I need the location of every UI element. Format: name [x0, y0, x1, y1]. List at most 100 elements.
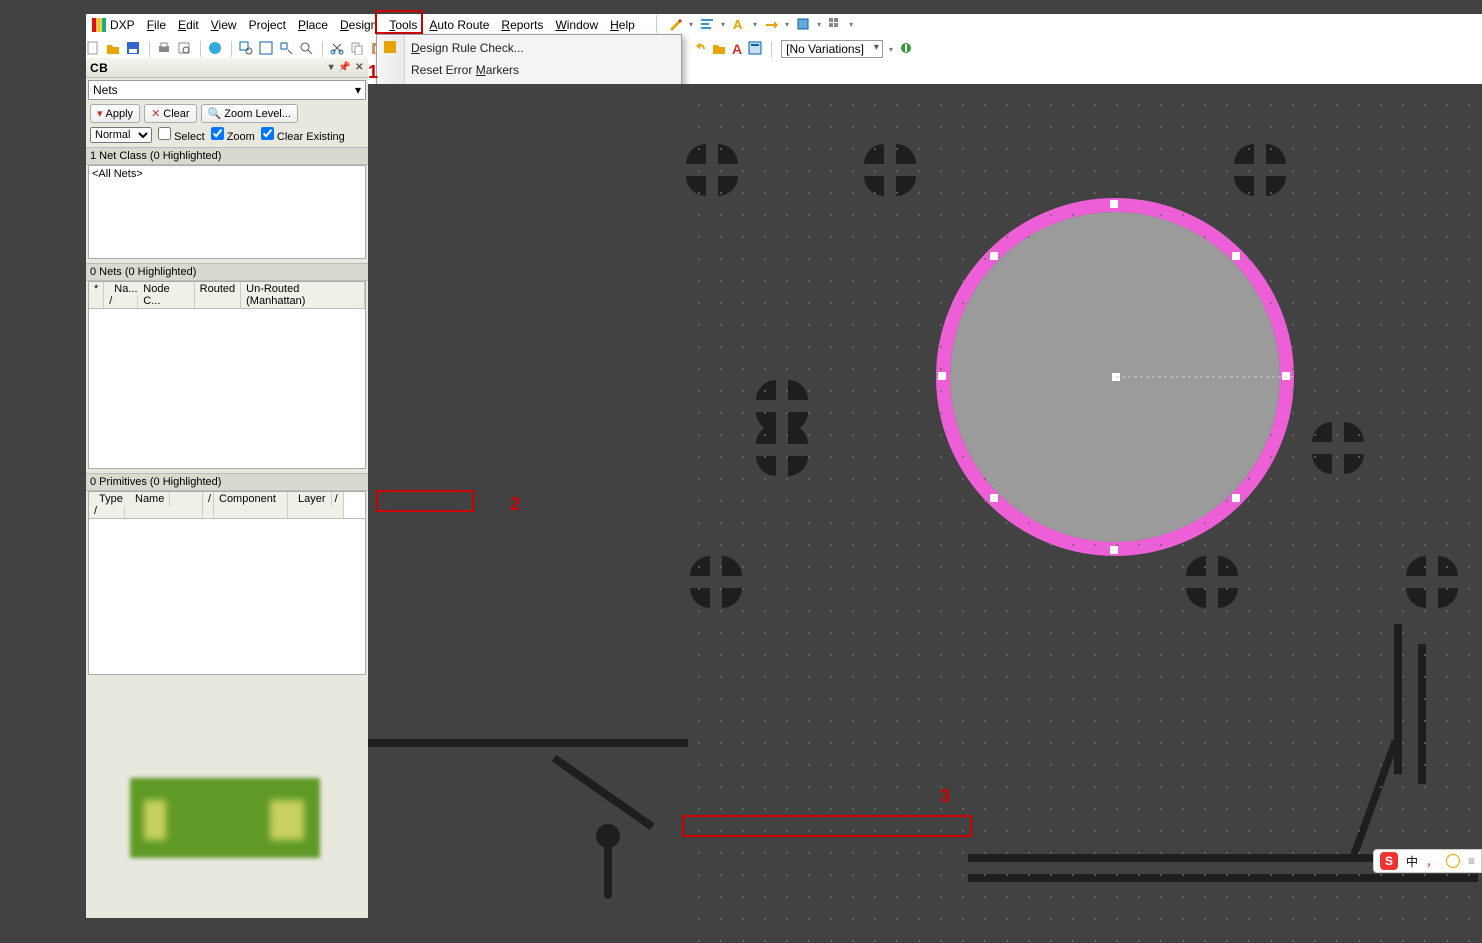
col-routed[interactable]: Routed	[195, 282, 241, 308]
clear-button[interactable]: ✕Clear	[144, 104, 197, 123]
menu-place[interactable]: Place	[292, 16, 334, 34]
handle-bottom[interactable]	[1110, 546, 1118, 554]
globe-icon[interactable]	[208, 41, 224, 57]
ime-menu-icon[interactable]: ≡	[1468, 854, 1475, 868]
col-nodec[interactable]: Node C...	[138, 282, 194, 308]
save-icon[interactable]	[126, 41, 142, 57]
handle-br[interactable]	[1232, 494, 1240, 502]
variations-select[interactable]: [No Variations]	[781, 40, 883, 58]
col-unrouted[interactable]: Un-Routed (Manhattan)	[241, 282, 365, 308]
menu-project[interactable]: Project	[243, 16, 292, 34]
netclass-list[interactable]: <All Nets>	[88, 165, 366, 259]
ime-mode: 中	[1406, 853, 1418, 870]
ime-badge[interactable]: S 中 ， ≡	[1373, 849, 1482, 873]
col-component[interactable]: Component	[214, 492, 288, 518]
variations-icon[interactable]	[899, 41, 913, 58]
menu-reports[interactable]: Reports	[495, 16, 549, 34]
pcb-canvas[interactable]: /* generated below */	[368, 84, 1482, 943]
board-thumbnail	[130, 778, 320, 858]
trace	[368, 739, 688, 747]
zoom-window-icon[interactable]	[239, 41, 255, 57]
mi-design-rule-check[interactable]: Design Rule Check...	[377, 37, 681, 59]
handle-tl[interactable]	[990, 252, 998, 260]
annotation-1: 1	[368, 62, 378, 83]
mi-reset-error-markers[interactable]: Reset Error Markers	[377, 59, 681, 81]
panel-title: CB ▾ 📌 ✕	[86, 58, 368, 78]
handle-left[interactable]	[938, 372, 946, 380]
zoom-prev-icon[interactable]	[299, 41, 315, 57]
col-name[interactable]: Name	[125, 492, 203, 518]
trace	[1418, 644, 1426, 784]
pad	[1234, 144, 1286, 196]
normal-select[interactable]: Normal	[90, 127, 152, 143]
handle-bl[interactable]	[990, 494, 998, 502]
annotation-3: 3	[940, 786, 950, 807]
toolbar-right: ▾ ▾ A▾ ▾ ▾ ▾	[652, 14, 853, 34]
cut-icon[interactable]	[330, 41, 346, 57]
form-icon[interactable]	[748, 41, 762, 58]
open-icon[interactable]	[106, 41, 122, 57]
align-icon[interactable]	[699, 16, 715, 32]
zoom-select-icon[interactable]	[279, 41, 295, 57]
layer-icon[interactable]	[795, 16, 811, 32]
menu-autoroute[interactable]: Auto Route	[423, 16, 495, 34]
col-star[interactable]: *	[89, 282, 104, 308]
drc-icon	[383, 40, 399, 56]
preview-icon[interactable]	[177, 41, 193, 57]
menu-window[interactable]: Window	[549, 16, 604, 34]
zoom-fit-icon[interactable]	[259, 41, 275, 57]
variations-bar: A [No Variations] ▾	[692, 38, 913, 60]
nets-header: 0 Nets (0 Highlighted)	[86, 263, 368, 281]
nets-table[interactable]: * Na... / Node C... Routed Un-Routed (Ma…	[88, 281, 366, 469]
print-icon[interactable]	[157, 41, 173, 57]
new-icon[interactable]	[86, 41, 102, 57]
annotation-2: 2	[510, 494, 520, 515]
menu-help[interactable]: Help	[604, 16, 641, 34]
chk-zoom[interactable]: Zoom	[211, 127, 255, 143]
pad	[686, 144, 738, 196]
pad	[690, 556, 742, 608]
col-layer[interactable]: Layer /	[288, 492, 344, 518]
trace	[1348, 740, 1400, 860]
pad	[756, 424, 808, 476]
pad	[1186, 556, 1238, 608]
text-A-icon[interactable]: A	[732, 41, 742, 57]
svg-text:A: A	[733, 17, 743, 31]
menu-view[interactable]: View	[205, 16, 243, 34]
undo-icon[interactable]	[692, 41, 706, 58]
chk-select[interactable]: Select	[158, 127, 205, 143]
pad	[1312, 422, 1364, 474]
panel-dropdown-icon[interactable]: ▾	[329, 62, 335, 73]
menu-dxp[interactable]: DXP	[86, 16, 141, 34]
apply-button[interactable]: ▾Apply	[90, 104, 140, 123]
panel-close-icon[interactable]: ✕	[355, 62, 364, 73]
netclass-header: 1 Net Class (0 Highlighted)	[86, 147, 368, 165]
panel-pin-icon[interactable]: 📌	[338, 62, 351, 73]
col-type[interactable]: Type /	[89, 492, 125, 518]
pencil-icon[interactable]	[667, 16, 683, 32]
prim-table[interactable]: Type / Name / Component Layer /	[88, 491, 366, 675]
grid-icon[interactable]	[827, 16, 843, 32]
radius-guide	[1116, 375, 1296, 379]
chk-clear-existing[interactable]: Clear Existing	[261, 127, 345, 143]
handle-tr[interactable]	[1232, 252, 1240, 260]
text-icon[interactable]: A	[731, 16, 747, 32]
annotation-box-tools	[375, 10, 423, 34]
menu-edit[interactable]: Edit	[172, 16, 205, 34]
menu-file[interactable]: File	[141, 16, 172, 34]
primitives-header: 0 Primitives (0 Highlighted)	[86, 473, 368, 491]
handle-top[interactable]	[1110, 200, 1118, 208]
copy-icon[interactable]	[350, 41, 366, 57]
folder-icon[interactable]	[712, 41, 726, 58]
menubar: DXP File Edit View Project Place Design …	[86, 14, 641, 36]
col-na[interactable]: Na... /	[104, 282, 138, 308]
panel-mode-select[interactable]: Nets	[88, 80, 366, 100]
zoomlevel-button[interactable]: 🔍Zoom Level...	[201, 104, 298, 123]
ime-punct: ，	[1426, 853, 1438, 870]
arrow-icon[interactable]	[763, 16, 779, 32]
trace	[596, 824, 620, 848]
pad	[864, 144, 916, 196]
trace	[552, 755, 655, 830]
pcb-panel: CB ▾ 📌 ✕ Nets ▾Apply ✕Clear 🔍Zoom Level.…	[86, 58, 368, 918]
pad	[1406, 556, 1458, 608]
